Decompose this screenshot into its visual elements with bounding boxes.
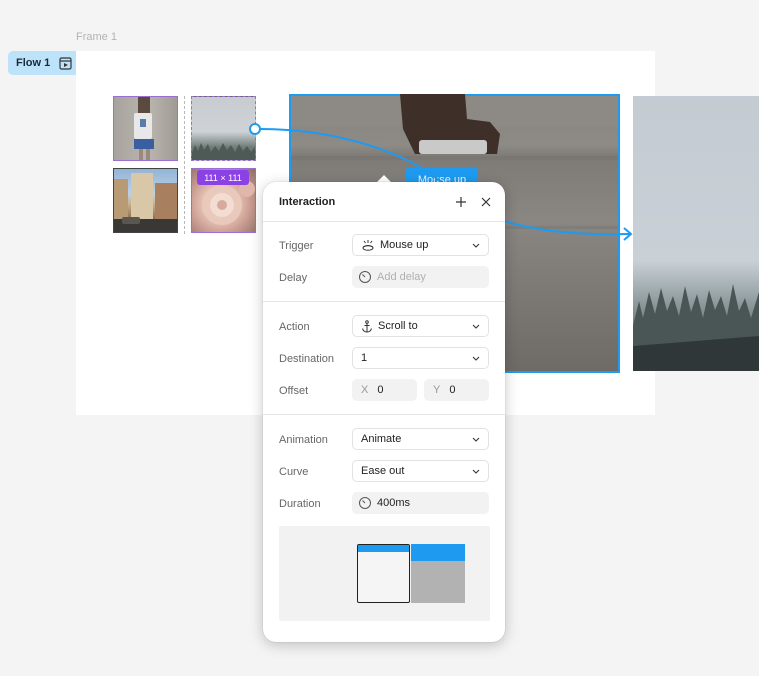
offset-x-input[interactable]: X 0 [352,379,417,401]
chevron-down-icon [472,243,480,248]
offset-y-value: 0 [449,384,456,396]
trigger-label: Trigger [279,240,314,252]
divider [263,221,505,222]
animation-value: Animate [361,433,402,445]
frame-label[interactable]: Frame 1 [76,31,117,43]
destination-frame-image[interactable] [633,96,759,371]
size-badge: 111 × 111 [197,170,249,185]
close-icon[interactable] [478,194,494,210]
thumbnail-hand-phone[interactable] [113,96,178,161]
offset-x-value: 0 [377,384,384,396]
chevron-down-icon [472,356,480,361]
delay-placeholder: Add delay [377,271,426,283]
offset-x-axis: X [361,384,369,396]
panel-title: Interaction [279,196,336,208]
animation-preview [279,526,490,621]
offset-label: Offset [279,385,309,397]
chevron-down-icon [472,324,480,329]
destination-label: Destination [279,353,335,365]
mouse-up-icon [361,239,375,251]
preview-destination-frame [411,544,465,603]
curve-value: Ease out [361,465,405,477]
action-label: Action [279,321,310,333]
trigger-select[interactable]: Mouse up [352,234,489,256]
flow-badge[interactable]: Flow 1 [8,51,76,75]
animation-label: Animation [279,434,328,446]
flow-play-icon[interactable] [59,56,72,70]
animation-select[interactable]: Animate [352,428,489,450]
duration-label: Duration [279,498,321,510]
delay-label: Delay [279,272,308,284]
duration-value: 400ms [377,497,411,509]
curve-label: Curve [279,466,309,478]
thumbnail-buildings[interactable] [113,168,178,233]
thumbnail-trees[interactable] [191,96,256,161]
plus-icon[interactable] [453,194,469,210]
flow-label: Flow 1 [16,57,51,69]
action-value: Scroll to [378,320,418,332]
delay-input[interactable]: Add delay [352,266,489,288]
offset-y-input[interactable]: Y 0 [424,379,489,401]
action-select[interactable]: Scroll to [352,315,489,337]
chevron-down-icon [472,469,480,474]
interaction-panel: Interaction Trigger Mouse up Delay Add d… [263,182,505,642]
divider [263,414,505,415]
trigger-value: Mouse up [380,239,429,251]
hand-with-phone [395,94,505,154]
curve-select[interactable]: Ease out [352,460,489,482]
duration-input[interactable]: 400ms [352,492,489,514]
destination-select[interactable]: 1 [352,347,489,369]
destination-value: 1 [361,352,368,364]
timer-icon [358,270,372,284]
timer-icon [358,496,372,510]
layout-guide [184,96,185,234]
offset-y-axis: Y [433,384,441,396]
divider [263,301,505,302]
chevron-down-icon [472,437,480,442]
preview-source-frame [357,544,410,603]
anchor-icon [361,319,373,333]
